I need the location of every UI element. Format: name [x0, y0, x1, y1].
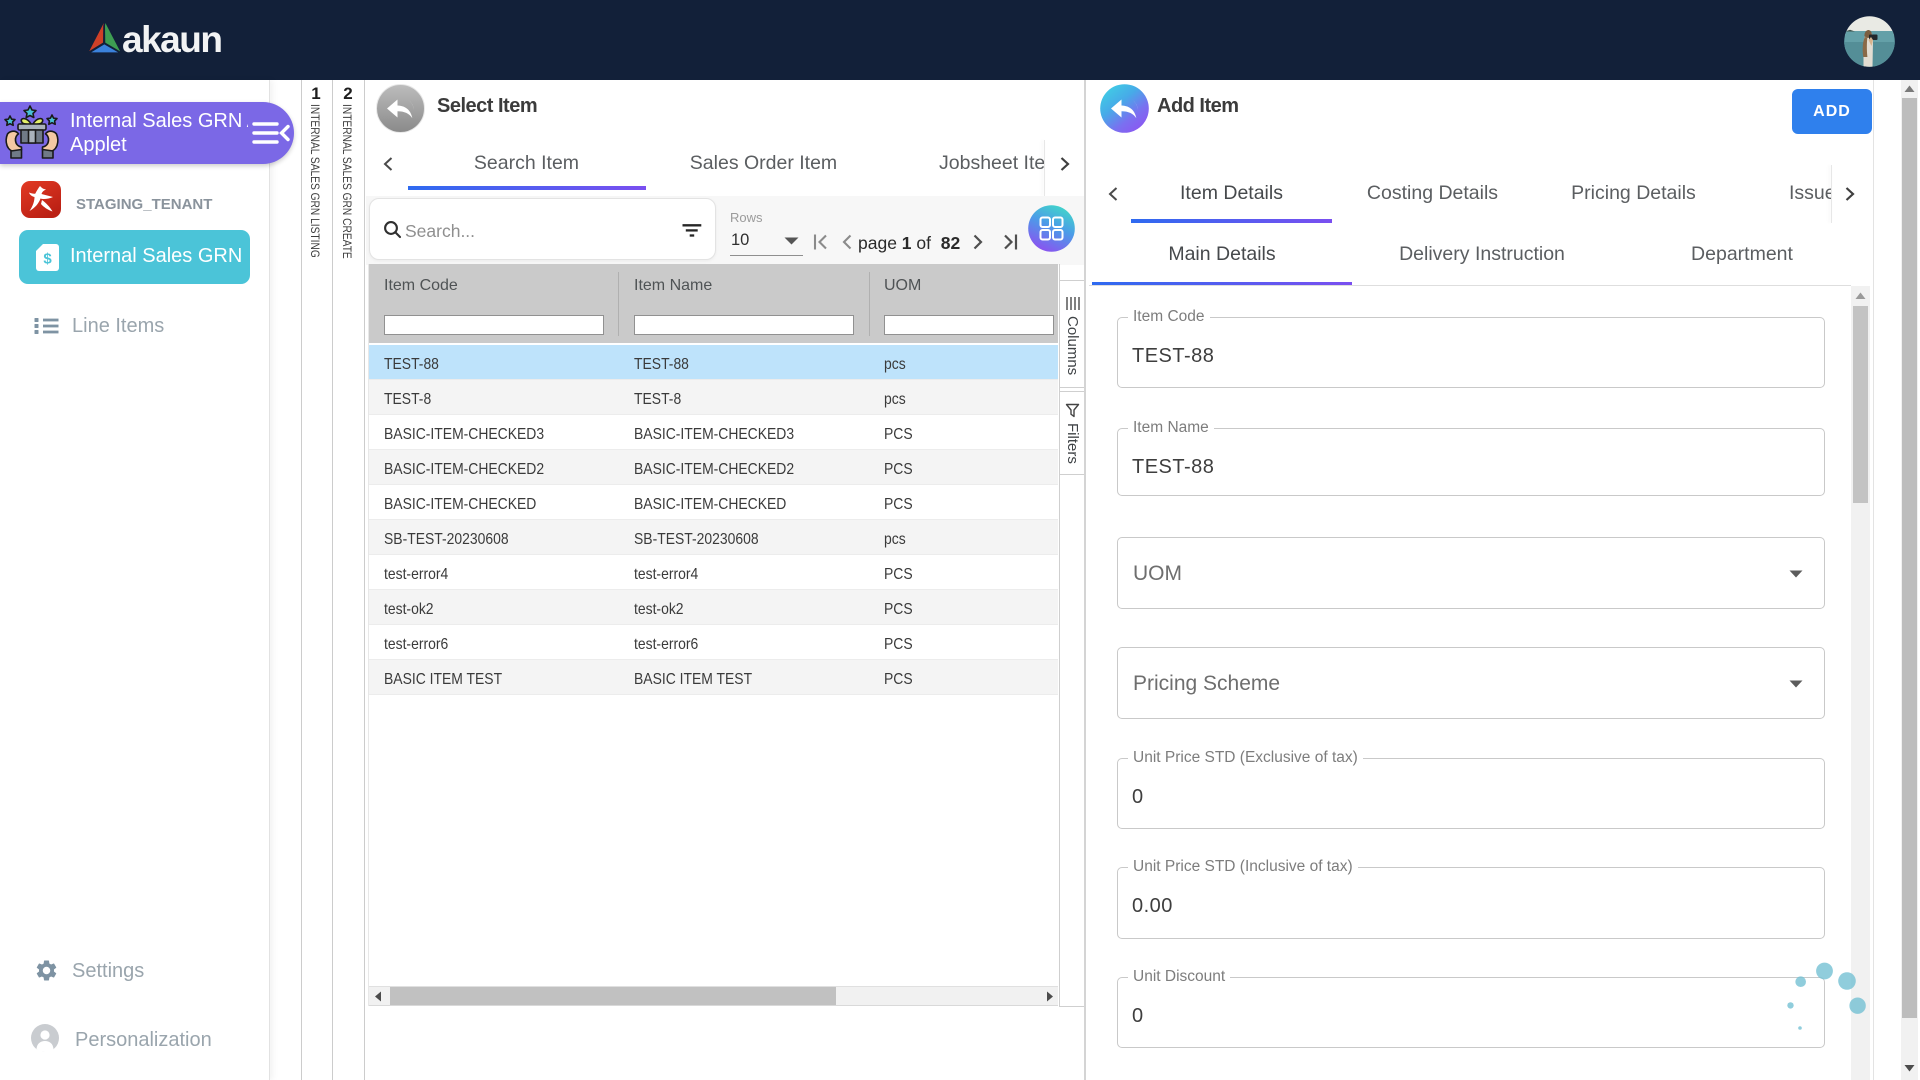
- svg-text:$: $: [43, 251, 52, 268]
